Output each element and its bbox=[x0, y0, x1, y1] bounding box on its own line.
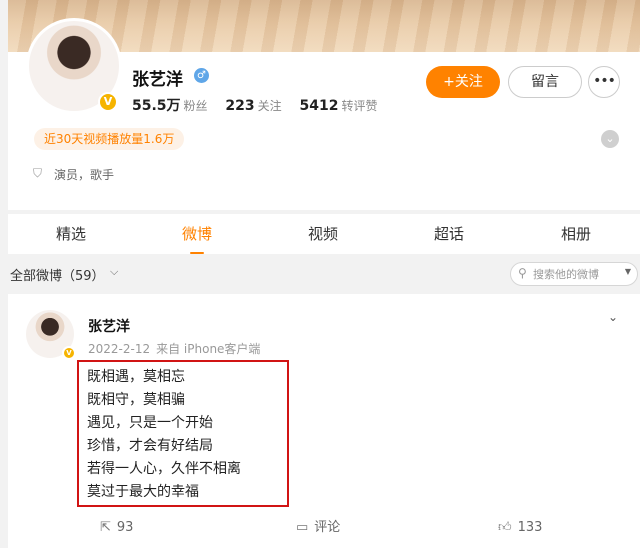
profile-card: V 张艺洋 ♂ 55.5万 粉丝 223 关注 5412 转评赞 +关注 留言 •••… bbox=[8, 0, 640, 210]
profile-name: 张艺洋 bbox=[132, 70, 183, 90]
verified-icon: V bbox=[98, 92, 118, 112]
chevron-down-icon[interactable]: ⌄ bbox=[601, 130, 619, 148]
post-line: 遇见，只是一个开始 bbox=[87, 415, 213, 431]
stat-following[interactable]: 223 关注 bbox=[225, 98, 281, 114]
tab-album[interactable]: 相册 bbox=[544, 214, 608, 254]
comment-button[interactable]: ▭ 评论 bbox=[296, 516, 340, 540]
caret-down-icon[interactable]: ▼ bbox=[625, 267, 631, 276]
male-icon: ♂ bbox=[194, 68, 209, 83]
search-input[interactable] bbox=[533, 265, 623, 283]
tab-featured[interactable]: 精选 bbox=[39, 214, 103, 254]
post-card: V 张艺洋 2022-2-12 来自 iPhone客户端 ⌄ 既相遇，莫相忘 既相… bbox=[8, 294, 640, 548]
feed-search[interactable]: ⚲ ▼ bbox=[510, 262, 638, 286]
repost-button[interactable]: ⇱ 93 bbox=[100, 516, 133, 540]
tab-weibo[interactable]: 微博 bbox=[165, 214, 229, 254]
search-icon: ⚲ bbox=[518, 266, 527, 280]
video-plays-tag: 近30天视频播放量1.6万 bbox=[34, 128, 185, 150]
post-source: 来自 iPhone客户端 bbox=[156, 342, 261, 356]
post-actions: ⇱ 93 ▭ 评论 👍︎ 133 bbox=[8, 516, 640, 540]
post-line: 既相守，莫相骗 bbox=[87, 392, 185, 408]
profile-stats: 55.5万 粉丝 223 关注 5412 转评赞 bbox=[132, 95, 391, 115]
profile-tabs: 精选 微博 视频 超话 相册 bbox=[8, 214, 640, 254]
post-author[interactable]: 张艺洋 bbox=[88, 316, 130, 336]
like-icon: 👍︎ bbox=[498, 520, 512, 535]
verified-icon: V bbox=[62, 346, 76, 360]
post-line: 既相遇，莫相忘 bbox=[87, 369, 185, 385]
stat-interactions: 5412 转评赞 bbox=[299, 98, 378, 114]
tab-video[interactable]: 视频 bbox=[291, 214, 355, 254]
like-count: 133 bbox=[517, 520, 543, 535]
message-button[interactable]: 留言 bbox=[508, 66, 582, 98]
post-line: 珍惜，才会有好结局 bbox=[87, 438, 213, 454]
tab-supertopic[interactable]: 超话 bbox=[417, 214, 481, 254]
chevron-down-icon[interactable]: ⌄ bbox=[608, 310, 618, 324]
follow-button[interactable]: +关注 bbox=[426, 66, 500, 98]
shield-icon: ⛉ bbox=[33, 166, 43, 180]
more-dots-icon[interactable]: ••• bbox=[588, 66, 620, 98]
repost-count: 93 bbox=[116, 520, 134, 535]
feed-filter-dropdown[interactable]: 全部微博（59） bbox=[10, 265, 105, 284]
repost-icon: ⇱ bbox=[100, 520, 111, 535]
post-date[interactable]: 2022-2-12 bbox=[88, 342, 150, 356]
post-text-highlight: 既相遇，莫相忘 既相守，莫相骗 遇见，只是一个开始 珍惜，才会有好结局 若得一人… bbox=[77, 360, 289, 507]
post-meta: 2022-2-12 来自 iPhone客户端 bbox=[88, 340, 260, 357]
stat-fans[interactable]: 55.5万 粉丝 bbox=[132, 98, 208, 114]
post-line: 若得一人心，久伴不相离 bbox=[87, 461, 241, 477]
post-line: 莫过于最大的幸福 bbox=[87, 484, 199, 500]
comment-label: 评论 bbox=[314, 520, 341, 535]
profile-role: 演员，歌手 bbox=[54, 168, 115, 182]
chevron-down-icon[interactable]: ⌵ bbox=[110, 265, 118, 279]
comment-icon: ▭ bbox=[296, 520, 309, 535]
like-button[interactable]: 👍︎ 133 bbox=[498, 516, 542, 540]
